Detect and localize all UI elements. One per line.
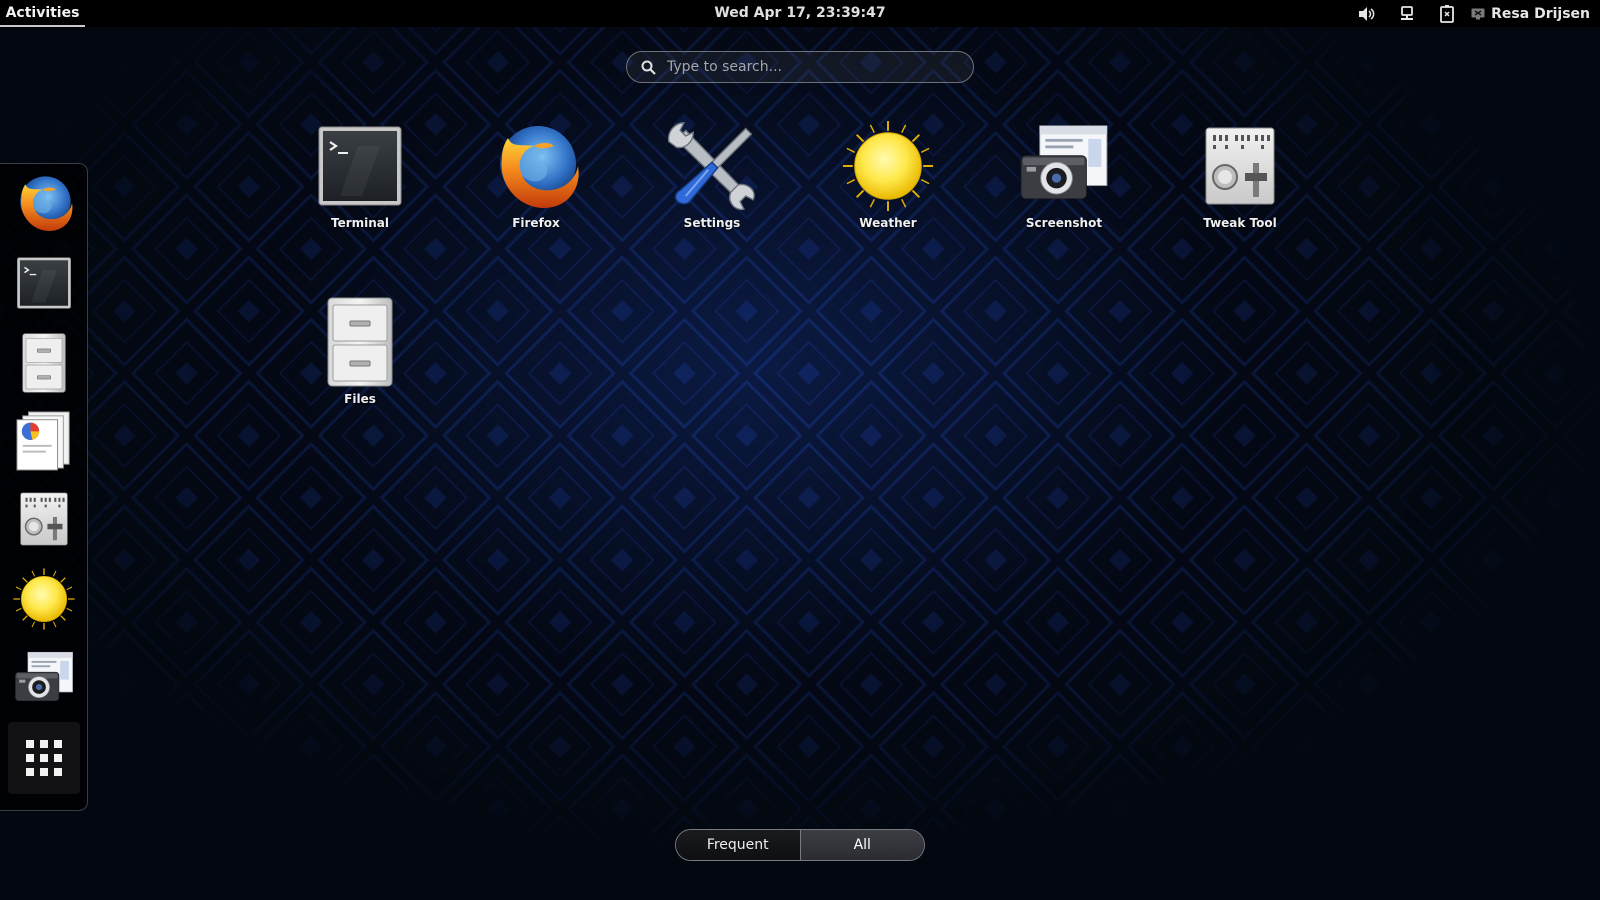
firefox-icon bbox=[12, 171, 76, 235]
battery-icon[interactable] bbox=[1427, 0, 1467, 27]
dash-item-tweak-tool[interactable] bbox=[8, 483, 80, 555]
view-switcher: Frequent All bbox=[675, 829, 925, 861]
documents-icon bbox=[15, 410, 73, 472]
dash-item-firefox[interactable] bbox=[8, 167, 80, 239]
activities-button[interactable]: Activities bbox=[0, 0, 85, 27]
app-label: Screenshot bbox=[1025, 216, 1103, 230]
app-label: Weather bbox=[859, 216, 917, 230]
files-icon bbox=[22, 333, 66, 393]
search-icon bbox=[641, 60, 656, 75]
firefox-icon bbox=[488, 118, 584, 214]
search-input[interactable] bbox=[665, 58, 949, 76]
app-weather[interactable]: Weather bbox=[813, 118, 963, 248]
screenshot-icon bbox=[14, 651, 74, 707]
app-label: Files bbox=[344, 392, 376, 406]
frequent-button[interactable]: Frequent bbox=[676, 830, 800, 860]
volume-icon[interactable] bbox=[1347, 0, 1387, 27]
app-label: Firefox bbox=[512, 216, 560, 230]
screenshot-icon bbox=[1019, 124, 1109, 208]
app-firefox[interactable]: Firefox bbox=[461, 118, 611, 248]
app-label: Terminal bbox=[330, 216, 390, 230]
dash-item-files[interactable] bbox=[8, 327, 80, 399]
clock[interactable]: Wed Apr 17, 23:39:47 bbox=[620, 0, 980, 27]
tweak-tool-icon bbox=[1205, 127, 1275, 205]
search-entry[interactable] bbox=[626, 51, 974, 83]
dash-item-terminal[interactable] bbox=[8, 247, 80, 319]
terminal-icon bbox=[16, 257, 72, 309]
all-button[interactable]: All bbox=[799, 830, 924, 860]
app-files[interactable]: Files bbox=[285, 294, 435, 424]
user-name: Resa Drijsen bbox=[1491, 5, 1590, 22]
network-icon[interactable] bbox=[1387, 0, 1427, 27]
desktop-overview: Activities Wed Apr 17, 23:39:47 Resa Dri… bbox=[0, 0, 1600, 900]
weather-icon bbox=[12, 567, 76, 631]
app-label: Tweak Tool bbox=[1203, 216, 1277, 230]
show-applications-button[interactable] bbox=[8, 722, 80, 794]
show-applications-icon bbox=[26, 740, 62, 776]
app-label: Settings bbox=[683, 216, 741, 230]
terminal-icon bbox=[318, 126, 402, 206]
dash-item-weather[interactable] bbox=[8, 563, 80, 635]
dash-item-screenshot[interactable] bbox=[8, 643, 80, 715]
top-bar: Activities Wed Apr 17, 23:39:47 Resa Dri… bbox=[0, 0, 1600, 27]
wallpaper bbox=[0, 0, 1600, 900]
app-tweak-tool[interactable]: Tweak Tool bbox=[1165, 118, 1315, 248]
dash-item-documents[interactable] bbox=[8, 405, 80, 477]
dash bbox=[0, 163, 88, 811]
app-terminal[interactable]: Terminal bbox=[285, 118, 435, 248]
system-tray: Resa Drijsen bbox=[1347, 0, 1600, 27]
files-icon bbox=[327, 297, 393, 387]
tweak-tool-icon bbox=[20, 492, 68, 546]
weather-icon bbox=[841, 119, 935, 213]
app-screenshot[interactable]: Screenshot bbox=[989, 118, 1139, 248]
user-status-icon bbox=[1471, 8, 1485, 20]
user-menu[interactable]: Resa Drijsen bbox=[1467, 6, 1600, 22]
app-settings[interactable]: Settings bbox=[637, 118, 787, 248]
settings-icon bbox=[667, 121, 757, 211]
